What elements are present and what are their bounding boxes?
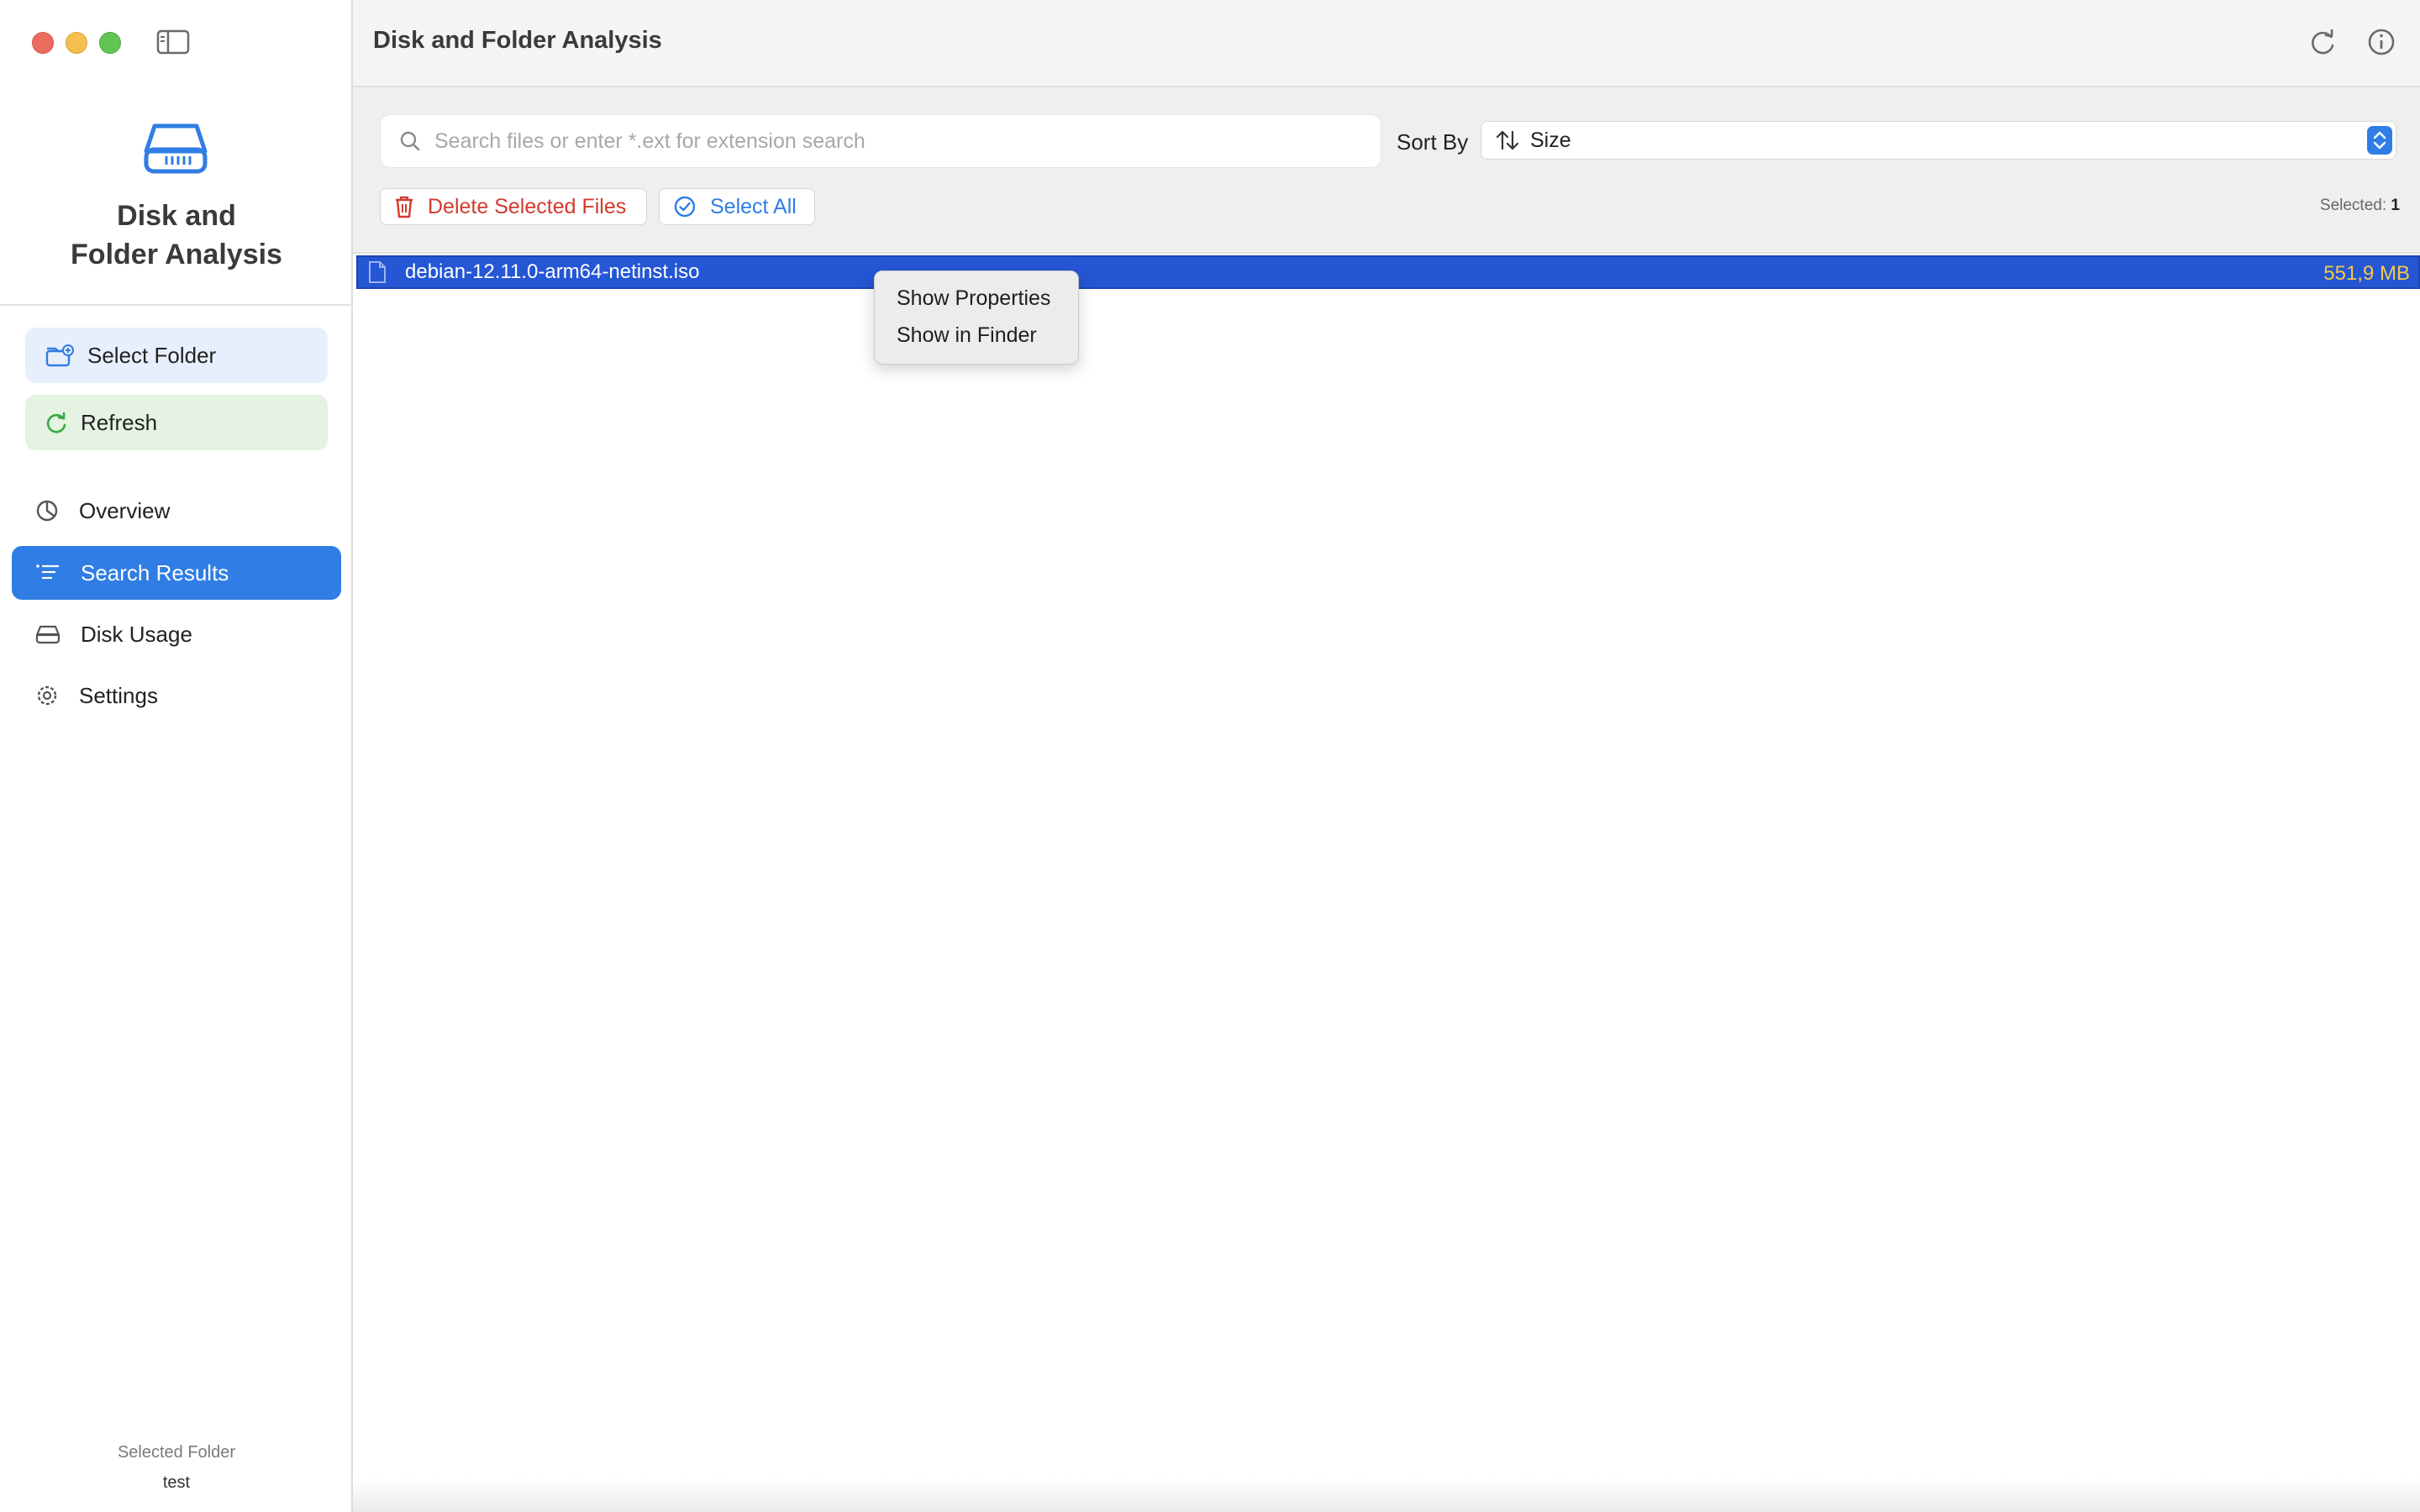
refresh-label: Refresh xyxy=(81,409,158,435)
sidebar-toggle-icon[interactable] xyxy=(156,29,190,55)
title-bar: Disk and Folder Analysis xyxy=(353,0,2420,87)
app-name-line2: Folder Analysis xyxy=(71,239,282,270)
sidebar-item-label: Search Results xyxy=(81,559,229,585)
hard-drive-icon xyxy=(144,123,208,174)
sidebar: Disk and Folder Analysis Select Folder R… xyxy=(0,0,353,1512)
delete-selected-files-label: Delete Selected Files xyxy=(428,194,627,218)
sidebar-item-overview[interactable]: Overview xyxy=(12,484,341,538)
selected-count: Selected: 1 xyxy=(2320,197,2400,215)
app-name: Disk and Folder Analysis xyxy=(0,197,353,274)
select-folder-label: Select Folder xyxy=(87,342,217,368)
sidebar-item-search-results[interactable]: Search Results xyxy=(12,546,341,600)
window-title: Disk and Folder Analysis xyxy=(373,27,662,54)
sidebar-item-label: Disk Usage xyxy=(81,621,192,647)
selected-count-label: Selected: xyxy=(2319,197,2387,214)
reload-icon[interactable] xyxy=(2306,25,2339,59)
search-icon xyxy=(400,131,420,151)
sidebar-item-label: Settings xyxy=(79,682,158,708)
zoom-window-button[interactable] xyxy=(99,32,121,54)
trash-icon xyxy=(396,196,413,218)
sort-by-select[interactable]: Size xyxy=(1481,121,2396,160)
sidebar-item-label: Overview xyxy=(79,497,171,523)
sort-by-label: Sort By xyxy=(1397,129,1469,155)
close-window-button[interactable] xyxy=(32,32,54,54)
app-window: Disk and Folder Analysis Select Folder R… xyxy=(0,0,2420,1512)
search-field[interactable] xyxy=(380,114,1381,168)
minimize-window-button[interactable] xyxy=(66,32,87,54)
refresh-icon xyxy=(46,412,66,433)
selected-folder-label: Selected Folder xyxy=(117,1443,236,1462)
app-name-line1: Disk and xyxy=(117,200,236,232)
context-menu: Show Properties Show in Finder xyxy=(874,270,1079,365)
select-folder-button[interactable]: Select Folder xyxy=(25,328,328,383)
sort-by-value: Size xyxy=(1530,128,1571,152)
selected-folder-value: test xyxy=(162,1473,191,1492)
menu-item-show-in-finder[interactable]: Show in Finder xyxy=(875,317,1078,354)
clock-chart-icon xyxy=(36,500,58,522)
search-input[interactable] xyxy=(433,128,1360,155)
file-size: 551,9 MB xyxy=(2323,262,2410,285)
folder-add-icon xyxy=(45,344,74,367)
delete-selected-files-button[interactable]: Delete Selected Files xyxy=(380,188,647,225)
gear-icon xyxy=(37,685,57,706)
refresh-button[interactable]: Refresh xyxy=(25,395,328,450)
select-all-label: Select All xyxy=(710,194,797,218)
selected-count-value: 1 xyxy=(2391,197,2400,214)
toolbar: Sort By Size xyxy=(353,87,2420,254)
menu-item-show-properties[interactable]: Show Properties xyxy=(875,280,1078,317)
sort-arrows-icon xyxy=(1496,130,1519,150)
select-all-button[interactable]: Select All xyxy=(659,188,815,225)
sidebar-divider xyxy=(0,304,353,306)
checkmark-circle-icon xyxy=(674,196,696,218)
drive-icon xyxy=(35,625,60,644)
bottom-edge-shadow xyxy=(353,1478,2420,1512)
list-icon xyxy=(36,564,59,580)
sidebar-item-disk-usage[interactable]: Disk Usage xyxy=(12,607,341,661)
document-icon xyxy=(369,261,386,283)
sidebar-item-settings[interactable]: Settings xyxy=(12,669,341,722)
list-item[interactable]: debian-12.11.0-arm64-netinst.iso 551,9 M… xyxy=(356,255,2420,289)
file-name: debian-12.11.0-arm64-netinst.iso xyxy=(405,260,700,283)
info-icon[interactable] xyxy=(2365,25,2398,59)
window-controls xyxy=(32,32,121,54)
main-content: Disk and Folder Analysis Sort By xyxy=(353,0,2420,1512)
dropdown-chevron-icon[interactable] xyxy=(2367,126,2392,155)
